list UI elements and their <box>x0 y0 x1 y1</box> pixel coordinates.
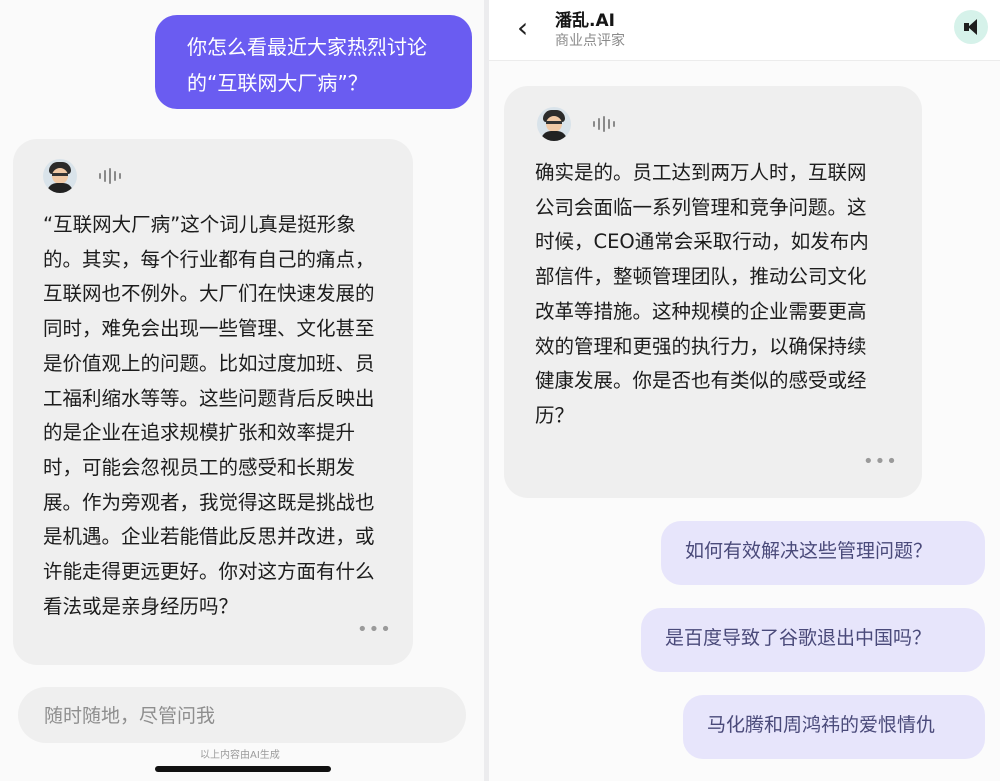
voice-wave-icon[interactable] <box>99 168 121 184</box>
bot-reply-card: “互联网大厂病”这个词儿真是挺形象 的。其实，每个行业都有自己的痛点， 互联网也… <box>13 139 413 665</box>
user-message-text: 你怎么看最近大家热烈讨论 的“互联网大厂病”？ <box>187 35 427 95</box>
suggestion-chip[interactable]: 如何有效解决这些管理问题？ <box>661 521 985 585</box>
bot-name: 潘乱.AI <box>555 11 615 31</box>
bot-subtitle: 商业点评家 <box>555 33 625 49</box>
chat-input-placeholder: 随时随地，尽管问我 <box>44 705 216 727</box>
avatar[interactable] <box>43 159 77 193</box>
bot-header <box>43 159 121 193</box>
suggestion-chip[interactable]: 马化腾和周鸿祎的爱恨情仇 <box>683 695 985 759</box>
chat-header: ‹ 潘乱.AI 商业点评家 <box>489 0 1000 61</box>
ai-generated-note: 以上内容由AI生成 <box>200 750 280 761</box>
right-chat-panel: ‹ 潘乱.AI 商业点评家 确实是的。员工达到两万人时，互联网 公司会面临一系列… <box>489 0 1000 781</box>
more-icon[interactable]: ••• <box>357 619 392 640</box>
voice-wave-icon[interactable] <box>593 116 615 132</box>
back-icon[interactable]: ‹ <box>517 14 528 42</box>
avatar[interactable] <box>537 107 571 141</box>
bot-reply-card: 确实是的。员工达到两万人时，互联网 公司会面临一系列管理和竞争问题。这 时候，C… <box>504 86 922 498</box>
user-message-bubble: 你怎么看最近大家热烈讨论 的“互联网大厂病”？ <box>155 15 472 109</box>
suggestion-chip[interactable]: 是百度导致了谷歌退出中国吗？ <box>641 608 985 672</box>
home-indicator <box>155 766 331 772</box>
more-icon[interactable]: ••• <box>863 451 898 472</box>
bot-header <box>537 107 615 141</box>
bot-reply-text: “互联网大厂病”这个词儿真是挺形象 的。其实，每个行业都有自己的痛点， 互联网也… <box>43 213 375 618</box>
bot-reply-text: 确实是的。员工达到两万人时，互联网 公司会面临一系列管理和竞争问题。这 时候，C… <box>535 161 869 427</box>
chat-input[interactable]: 随时随地，尽管问我 <box>18 687 466 743</box>
left-chat-panel: 你怎么看最近大家热烈讨论 的“互联网大厂病”？ “互联网大厂病”这个词儿真是挺形… <box>0 0 484 781</box>
speaker-icon[interactable] <box>954 10 988 44</box>
